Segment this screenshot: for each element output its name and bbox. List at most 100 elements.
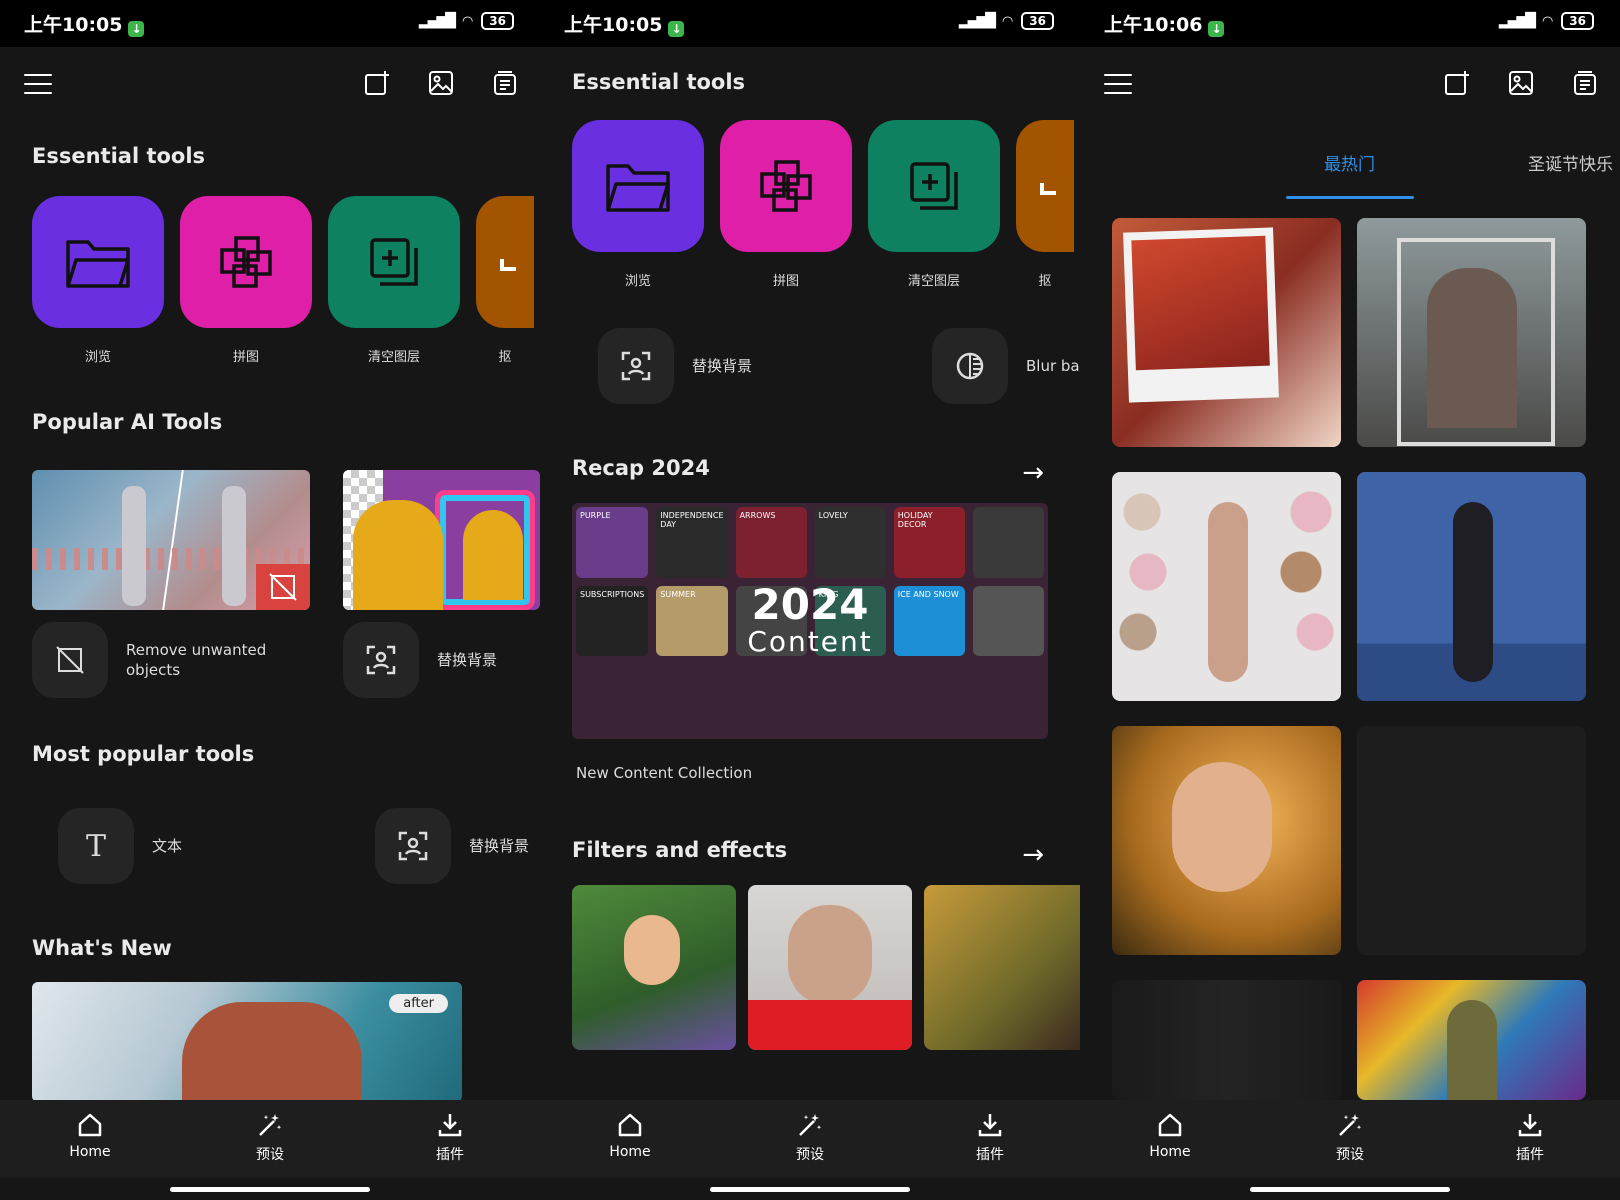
woman-face <box>788 905 872 1005</box>
nav-plugins[interactable]: 插件 <box>900 1100 1080 1178</box>
tool-cutout[interactable]: 抠 <box>1016 120 1080 289</box>
balloons <box>1112 472 1172 701</box>
woman-face <box>1172 762 1272 892</box>
nav-home[interactable]: Home <box>0 1100 180 1178</box>
tool-label: 拼图 <box>232 350 259 365</box>
nav-label: 预设 <box>1336 1147 1364 1163</box>
recap-collection-banner[interactable]: PURPLE INDEPENDENCE DAY ARROWS LOVELY HO… <box>572 503 1048 739</box>
preset-thumb-placeholder[interactable] <box>1357 726 1586 955</box>
preset-thumb[interactable] <box>1112 218 1341 447</box>
magic-wand-icon <box>799 1114 822 1136</box>
preset-thumb[interactable] <box>1112 472 1341 701</box>
replace-background-tool[interactable]: 替换背景 <box>375 808 529 884</box>
home-indicator[interactable] <box>1250 1187 1450 1192</box>
filters-arrow-icon[interactable]: → <box>1022 840 1044 870</box>
replace-background-tool[interactable]: 替换背景 <box>598 328 752 404</box>
bottom-nav: Home 预设 插件 <box>0 1100 540 1178</box>
pill-icon <box>598 328 674 404</box>
person-shape <box>1447 1000 1497 1100</box>
new-project-icon[interactable] <box>364 70 390 96</box>
pill-label: 替换背景 <box>469 837 530 855</box>
battery-icon: 36 <box>1021 12 1054 30</box>
screen-home-scrolled: 上午10:05 ↓ ▂▄▆█ ◠ 36 Essential tools 浏览 拼图… <box>540 0 1080 1200</box>
gallery-icon[interactable] <box>428 70 454 96</box>
download-notification-icon: ↓ <box>1208 21 1225 37</box>
home-indicator[interactable] <box>710 1187 910 1192</box>
status-bar: 上午10:06 ↓ ▂▄▆█ ◠ 36 <box>1080 0 1620 47</box>
nav-label: Home <box>69 1144 111 1160</box>
person-shape <box>222 486 246 606</box>
nav-label: 插件 <box>976 1147 1004 1163</box>
menu-icon[interactable] <box>24 74 52 96</box>
recap-arrow-icon[interactable]: → <box>1022 458 1044 488</box>
recap-content-word: Content <box>747 625 873 658</box>
nav-presets[interactable]: 预设 <box>720 1100 900 1178</box>
preset-thumb[interactable] <box>1357 980 1586 1100</box>
preset-thumb[interactable] <box>1112 726 1341 955</box>
tab-most-popular[interactable]: 最热门 <box>1324 150 1375 175</box>
filter-thumb[interactable] <box>748 885 912 1050</box>
tool-clear-layers[interactable]: 清空图层 <box>328 196 460 365</box>
magic-wand-icon <box>1339 1114 1362 1136</box>
pill-icon <box>375 808 451 884</box>
pill-icon: T <box>58 808 134 884</box>
nav-plugins[interactable]: 插件 <box>1440 1100 1620 1178</box>
eraser-badge <box>256 564 310 610</box>
nav-presets[interactable]: 预设 <box>1260 1100 1440 1178</box>
tool-browse[interactable]: 浏览 <box>32 196 164 365</box>
remove-objects-tool[interactable]: Remove unwanted objects <box>32 622 286 698</box>
woman-shape <box>1453 502 1493 682</box>
tool-cutout[interactable]: 抠 <box>476 196 540 365</box>
tool-browse[interactable]: 浏览 <box>572 120 704 289</box>
nav-presets[interactable]: 预设 <box>180 1100 360 1178</box>
projects-icon[interactable] <box>1572 70 1598 96</box>
hair-shape <box>182 1002 362 1102</box>
recap-tile: ARROWS <box>735 507 807 578</box>
nav-home[interactable]: Home <box>540 1100 720 1178</box>
person-hoodie <box>353 500 443 610</box>
preset-thumb-placeholder[interactable] <box>1112 980 1341 1100</box>
red-top <box>748 1000 912 1050</box>
child-face <box>624 915 680 985</box>
text-tool[interactable]: T 文本 <box>58 808 182 884</box>
tab-merry-christmas[interactable]: 圣诞节快乐 <box>1528 150 1613 175</box>
gallery-icon[interactable] <box>1508 70 1534 96</box>
tool-collage[interactable]: 拼图 <box>720 120 852 289</box>
pill-label: Blur ba <box>1026 357 1080 375</box>
blur-background-tool[interactable]: Blur ba <box>932 328 1080 404</box>
tool-label: 拼图 <box>772 274 799 289</box>
nav-label: 插件 <box>436 1147 464 1163</box>
essential-tools-row: 浏览 拼图 清空图层 抠 <box>572 120 1080 289</box>
tool-tile <box>720 120 852 252</box>
status-bar: 上午10:05 ↓ ▂▄▆█ ◠ 36 <box>540 0 1080 47</box>
remove-objects-preview[interactable] <box>32 470 310 610</box>
filter-thumb[interactable] <box>572 885 736 1050</box>
replace-background-preview[interactable] <box>343 470 540 610</box>
tool-collage[interactable]: 拼图 <box>180 196 312 365</box>
menu-icon[interactable] <box>1104 74 1132 96</box>
folder-icon <box>606 164 670 212</box>
replace-background-tool[interactable]: 替换背景 <box>343 622 497 698</box>
whats-new-banner[interactable]: after <box>32 982 462 1102</box>
most-popular-title: Most popular tools <box>32 742 255 766</box>
top-actions <box>364 70 518 96</box>
battery-icon: 36 <box>481 12 514 30</box>
nav-plugins[interactable]: 插件 <box>360 1100 540 1178</box>
preset-thumb[interactable] <box>1357 472 1586 701</box>
recap-tile: LOVELY <box>814 507 886 578</box>
nav-home[interactable]: Home <box>1080 1100 1260 1178</box>
filter-thumb[interactable] <box>924 885 1080 1050</box>
tool-clear-layers[interactable]: 清空图层 <box>868 120 1000 289</box>
projects-icon[interactable] <box>492 70 518 96</box>
screen-presets: 上午10:06 ↓ ▂▄▆█ ◠ 36 最热门 圣诞节快乐 Home 预设 插件 <box>1080 0 1620 1200</box>
new-project-icon[interactable] <box>1444 70 1470 96</box>
home-indicator[interactable] <box>170 1187 370 1192</box>
essential-tools-title: Essential tools <box>32 144 206 168</box>
wifi-icon: ◠ <box>1001 13 1014 29</box>
preset-thumb[interactable] <box>1357 218 1586 447</box>
pill-icon <box>343 622 419 698</box>
tool-tile <box>476 196 534 328</box>
tool-tile <box>32 196 164 328</box>
download-icon <box>1518 1114 1542 1137</box>
pill-label: 文本 <box>152 837 183 855</box>
